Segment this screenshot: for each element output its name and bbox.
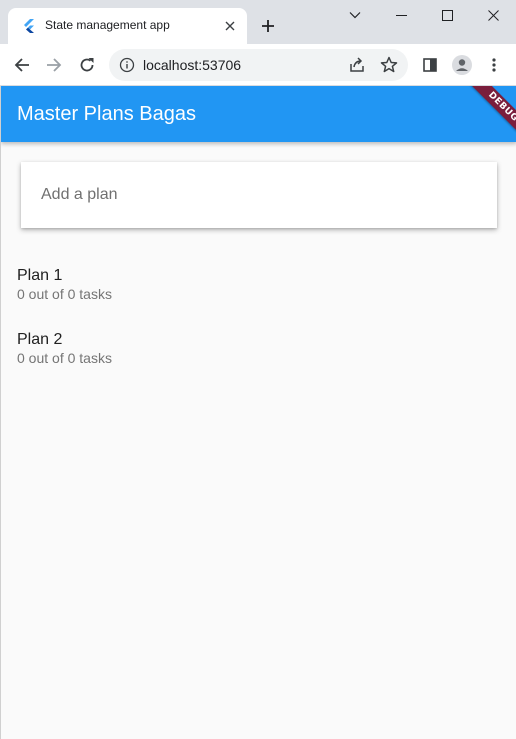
share-icon[interactable] (347, 55, 367, 75)
plan-list: Plan 1 0 out of 0 tasks Plan 2 0 out of … (1, 258, 516, 386)
more-vert-icon[interactable] (480, 51, 508, 79)
tab-search-icon[interactable] (332, 0, 378, 30)
plan-subtitle: 0 out of 0 tasks (17, 350, 112, 366)
url-text[interactable]: localhost:53706 (143, 57, 241, 73)
page-title: Master Plans Bagas (17, 103, 196, 125)
browser-tab[interactable]: State management app (8, 8, 247, 44)
star-icon[interactable] (379, 55, 399, 75)
window-close-icon[interactable] (470, 0, 516, 30)
back-arrow-icon[interactable] (8, 51, 36, 79)
plus-icon[interactable] (256, 14, 280, 38)
minimize-icon[interactable] (378, 0, 424, 30)
forward-arrow-icon[interactable] (40, 51, 68, 79)
app-bar: Master Plans Bagas (1, 86, 516, 142)
list-item[interactable]: Plan 2 0 out of 0 tasks (1, 322, 516, 386)
browser-tab-strip: State management app (0, 0, 516, 44)
side-panel-icon[interactable] (416, 51, 444, 79)
app-viewport: Master Plans Bagas DEBUG Plan 1 0 out of… (0, 86, 516, 739)
plan-title: Plan 1 (17, 267, 63, 284)
info-icon[interactable] (119, 57, 135, 73)
reload-icon[interactable] (73, 51, 101, 79)
browser-toolbar: localhost:53706 (0, 44, 516, 86)
close-icon[interactable] (221, 17, 239, 35)
add-plan-card (21, 162, 497, 228)
tab-title: State management app (45, 18, 170, 32)
plan-subtitle: 0 out of 0 tasks (17, 286, 112, 302)
plan-title: Plan 2 (17, 331, 63, 348)
add-plan-input[interactable] (41, 184, 471, 206)
address-bar[interactable]: localhost:53706 (109, 49, 408, 81)
list-item[interactable]: Plan 1 0 out of 0 tasks (1, 258, 516, 322)
profile-icon[interactable] (448, 51, 476, 79)
flutter-icon (22, 19, 36, 33)
maximize-icon[interactable] (424, 0, 470, 30)
